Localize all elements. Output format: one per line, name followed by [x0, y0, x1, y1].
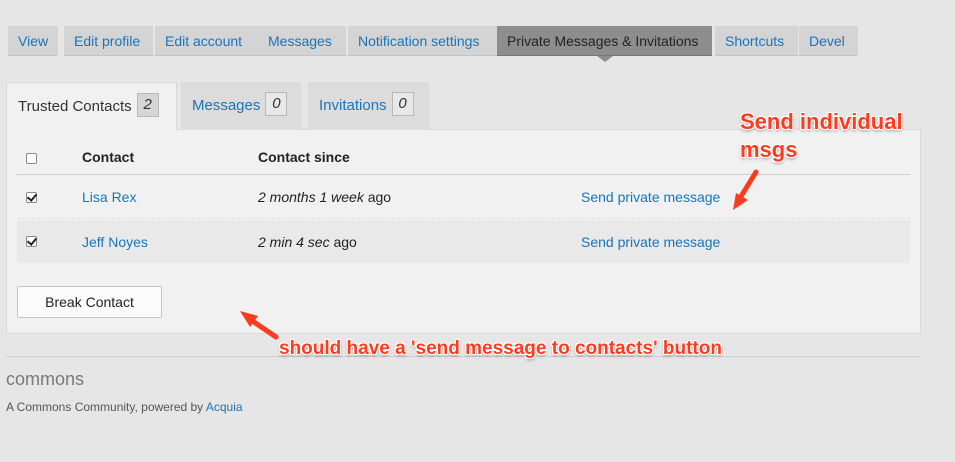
annotation-send-individual: Send individual msgs [740, 108, 903, 164]
arrow-send-individual [733, 169, 759, 210]
annotation-send-to-contacts: should have a 'send message to contacts'… [279, 338, 722, 359]
annotation-line: msgs [740, 137, 798, 162]
arrow-send-contacts-button [240, 311, 279, 340]
annotation-line: Send individual [740, 109, 903, 134]
annotation-arrows [240, 169, 759, 340]
